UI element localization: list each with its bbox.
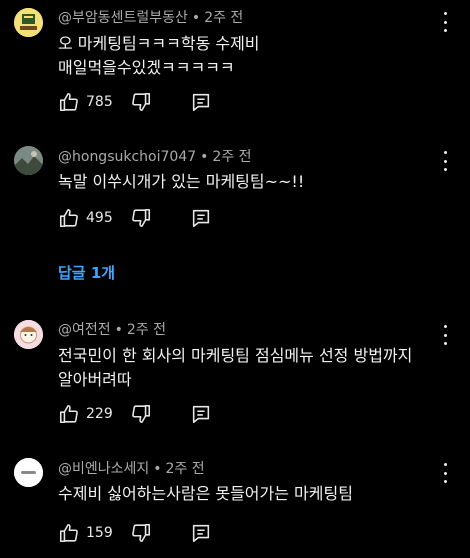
author-name[interactable]: @비엔나소세지 <box>58 461 149 477</box>
comment-text: 오 마케팅팀ㅋㅋㅋ학동 수제비 매일먹을수있겠ㅋㅋㅋㅋㅋ <box>58 34 260 77</box>
comment-meta: @여전전 • 2주 전 <box>58 322 167 338</box>
author-name[interactable]: @hongsukchoi7047 <box>58 149 196 165</box>
avatar[interactable] <box>14 8 43 37</box>
avatar[interactable] <box>14 458 43 487</box>
thumb-up-icon[interactable] <box>58 207 80 229</box>
thumb-down-icon[interactable] <box>130 522 152 544</box>
more-vertical-icon <box>443 463 447 466</box>
comment-meta: @비엔나소세지 • 2주 전 <box>58 461 205 477</box>
comment-time: 2주 전 <box>126 322 167 338</box>
comment-actions: 159 <box>58 521 212 545</box>
like-count: 495 <box>86 210 113 226</box>
comment-time: 2주 전 <box>204 10 244 26</box>
reply-icon[interactable] <box>190 91 212 113</box>
comment-text: 수제비 싫어하는사람은 못들어가는 마케팅팀 <box>58 484 353 503</box>
comment-text: 전국민이 한 회사의 마케팅팀 점심메뉴 선정 방법까지 알아버려따 <box>58 346 413 389</box>
more-button[interactable] <box>442 151 448 171</box>
author-name[interactable]: @여전전 <box>58 322 111 338</box>
reply-icon[interactable] <box>190 403 212 425</box>
thumb-up-icon[interactable] <box>58 522 80 544</box>
comment-time: 2주 전 <box>212 149 252 165</box>
reply-icon[interactable] <box>190 207 212 229</box>
like-count: 785 <box>86 94 113 110</box>
more-vertical-icon <box>443 12 447 15</box>
reply-icon[interactable] <box>190 522 212 544</box>
comment-actions: 495 <box>58 206 212 230</box>
more-vertical-icon <box>443 151 447 154</box>
comment-time: 2주 전 <box>165 461 205 477</box>
comment-text: 녹말 이쑤시개가 있는 마케팅팀~~!! <box>58 172 305 191</box>
avatar[interactable] <box>14 320 43 349</box>
more-vertical-icon <box>443 325 447 328</box>
avatar[interactable] <box>14 146 43 175</box>
comment-meta: @hongsukchoi7047 • 2주 전 <box>58 149 252 165</box>
more-button[interactable] <box>442 12 448 32</box>
thumb-down-icon[interactable] <box>130 91 152 113</box>
more-button[interactable] <box>442 463 448 483</box>
thumb-down-icon[interactable] <box>130 403 152 425</box>
like-count: 229 <box>86 406 113 422</box>
author-name[interactable]: @부암동센트럴부동산 <box>58 10 188 26</box>
thumb-up-icon[interactable] <box>58 403 80 425</box>
view-replies-button[interactable]: 답글 1개 <box>58 262 115 283</box>
comment-meta: @부암동센트럴부동산 • 2주 전 <box>58 10 244 26</box>
thumb-up-icon[interactable] <box>58 91 80 113</box>
comment-actions: 785 <box>58 90 212 114</box>
comment-actions: 229 <box>58 402 212 426</box>
thumb-down-icon[interactable] <box>130 207 152 229</box>
like-count: 159 <box>86 525 113 541</box>
more-button[interactable] <box>442 325 448 345</box>
